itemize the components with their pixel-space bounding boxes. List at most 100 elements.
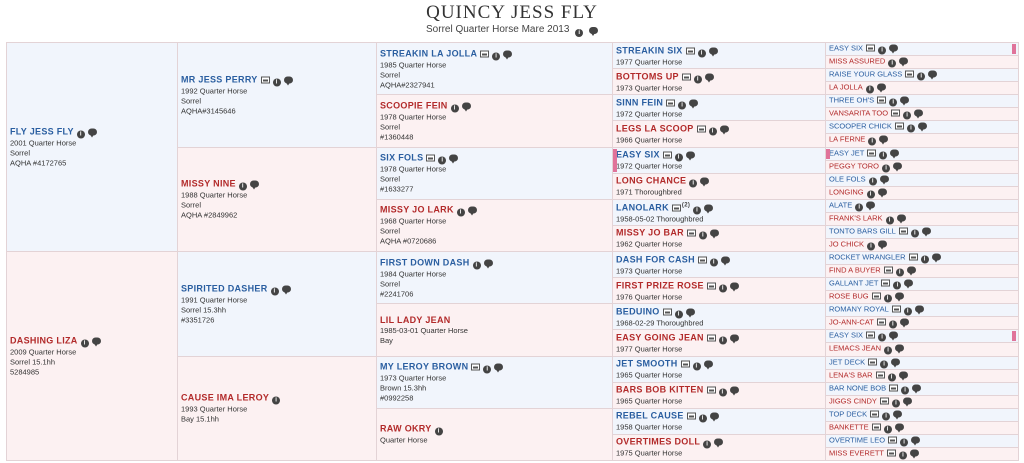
comment-icon[interactable]	[461, 102, 471, 112]
photo-icon[interactable]	[866, 331, 876, 339]
horse-name-link[interactable]: EASY GOING JEAN	[616, 332, 704, 342]
photo-icon[interactable]	[871, 423, 881, 431]
photo-icon[interactable]	[867, 149, 877, 157]
comment-icon[interactable]	[709, 412, 719, 422]
photo-icon[interactable]	[471, 363, 481, 371]
info-icon[interactable]: i	[456, 208, 465, 217]
info-icon[interactable]: i	[450, 104, 459, 113]
info-icon[interactable]: i	[76, 130, 85, 139]
info-icon[interactable]: i	[709, 258, 718, 267]
photo-icon[interactable]	[706, 386, 716, 394]
photo-icon[interactable]	[894, 122, 904, 130]
photo-icon[interactable]	[706, 334, 716, 342]
photo-icon[interactable]	[891, 305, 901, 313]
photo-icon[interactable]	[888, 436, 898, 444]
horse-name-link[interactable]: BOTTOMS UP	[616, 71, 679, 81]
photo-icon[interactable]	[898, 227, 908, 235]
comment-icon[interactable]	[893, 162, 903, 172]
info-icon[interactable]: i	[865, 85, 874, 94]
info-icon[interactable]: i	[910, 229, 919, 238]
comment-icon[interactable]	[249, 180, 259, 190]
info-icon[interactable]: i	[889, 98, 898, 107]
info-icon[interactable]: i	[689, 179, 698, 188]
comment-icon[interactable]	[503, 50, 513, 60]
info-icon[interactable]: i	[879, 151, 888, 160]
info-icon[interactable]: i	[878, 46, 887, 55]
photo-icon[interactable]	[876, 318, 886, 326]
info-icon[interactable]: i	[891, 399, 900, 408]
horse-name-link[interactable]: EASY SIX	[616, 150, 660, 160]
horse-name-link[interactable]: JIGGS CINDY	[829, 396, 877, 405]
photo-icon[interactable]	[908, 253, 918, 261]
photo-icon[interactable]	[671, 204, 681, 212]
horse-name-link[interactable]: MISS ASSURED	[829, 57, 885, 66]
photo-icon[interactable]	[681, 73, 691, 81]
info-icon[interactable]: i	[867, 242, 876, 251]
info-icon[interactable]: i	[903, 111, 912, 120]
info-icon[interactable]: i	[472, 261, 481, 270]
photo-icon[interactable]	[875, 371, 885, 379]
comment-icon[interactable]	[900, 96, 910, 106]
comment-icon[interactable]	[494, 363, 504, 373]
info-icon[interactable]: i	[674, 153, 683, 162]
info-icon[interactable]: i	[878, 333, 887, 342]
horse-name-link[interactable]: ROCKET WRANGLER	[829, 253, 906, 262]
comment-icon[interactable]	[879, 175, 889, 185]
comment-icon[interactable]	[729, 334, 739, 344]
horse-name-link[interactable]: PEGGY TORO	[829, 161, 879, 170]
photo-icon[interactable]	[426, 154, 436, 162]
comment-icon[interactable]	[895, 344, 905, 354]
horse-name-link[interactable]: EASY SIX	[829, 331, 863, 340]
comment-icon[interactable]	[928, 70, 938, 80]
info-icon[interactable]: i	[693, 75, 702, 84]
photo-icon[interactable]	[905, 70, 915, 78]
horse-name-link[interactable]: LANOLARK	[616, 203, 669, 213]
horse-name-link[interactable]: GALLANT JET	[829, 279, 878, 288]
comment-icon[interactable]	[876, 83, 886, 93]
info-icon[interactable]: i	[718, 336, 727, 345]
photo-icon[interactable]	[680, 360, 690, 368]
comment-icon[interactable]	[700, 177, 710, 187]
comment-icon[interactable]	[894, 423, 904, 433]
info-icon[interactable]: i	[887, 373, 896, 382]
comment-icon[interactable]	[704, 204, 714, 214]
info-icon[interactable]: i	[868, 177, 877, 186]
photo-icon[interactable]	[879, 397, 889, 405]
horse-name-link[interactable]: LEMACS JEAN	[829, 344, 881, 353]
info-icon[interactable]: i	[272, 396, 281, 405]
info-icon[interactable]: i	[880, 360, 889, 369]
horse-name-link[interactable]: LONG CHANCE	[616, 176, 686, 186]
photo-icon[interactable]	[662, 308, 672, 316]
horse-name-link[interactable]: MISSY JO BAR	[616, 228, 684, 238]
horse-name-link[interactable]: TONTO BARS GILL	[829, 226, 896, 235]
comment-icon[interactable]	[729, 386, 739, 396]
photo-icon[interactable]	[866, 44, 876, 52]
comment-icon[interactable]	[921, 227, 931, 237]
horse-name-link[interactable]: MR JESS PERRY	[181, 74, 258, 84]
info-icon[interactable]: i	[483, 365, 492, 374]
info-icon[interactable]: i	[888, 59, 897, 68]
comment-icon[interactable]	[708, 47, 718, 57]
horse-name-link[interactable]: BAR NONE BOB	[829, 383, 886, 392]
comment-icon[interactable]	[720, 256, 730, 266]
info-icon[interactable]: i	[884, 346, 893, 355]
comment-icon[interactable]	[912, 384, 922, 394]
horse-name-link[interactable]: ALATE	[829, 200, 852, 209]
info-icon[interactable]: i	[692, 362, 701, 371]
comment-icon[interactable]	[483, 259, 493, 269]
horse-name-link[interactable]: VANSARITA TOO	[829, 109, 888, 118]
info-icon[interactable]: i	[698, 414, 707, 423]
horse-name-link[interactable]: FIND A BUYER	[829, 266, 881, 275]
info-icon[interactable]: i	[434, 427, 443, 436]
horse-name-link[interactable]: JET DECK	[829, 357, 865, 366]
horse-name-link[interactable]: LENA'S BAR	[829, 370, 873, 379]
photo-icon[interactable]	[697, 256, 707, 264]
comment-icon[interactable]	[449, 154, 459, 164]
comment-icon[interactable]	[714, 438, 724, 448]
info-icon[interactable]: i	[917, 72, 926, 81]
comment-icon[interactable]	[893, 410, 903, 420]
info-icon[interactable]: i	[900, 438, 909, 447]
horse-name-link[interactable]: ROMANY ROYAL	[829, 305, 889, 314]
comment-icon[interactable]	[866, 201, 876, 211]
comment-icon[interactable]	[91, 337, 101, 347]
